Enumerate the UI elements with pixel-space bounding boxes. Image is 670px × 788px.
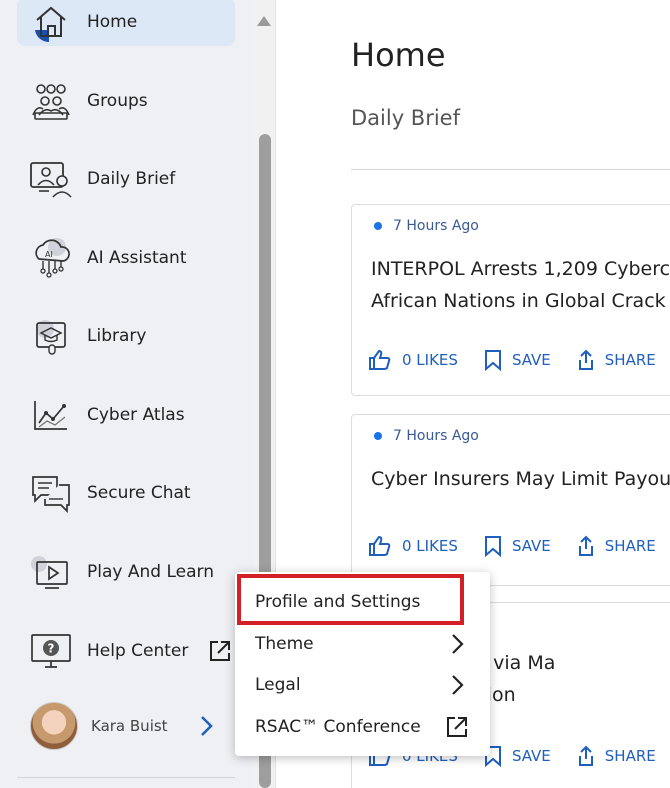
card-timestamp: 7 Hours Ago	[374, 218, 479, 234]
menu-item-legal[interactable]: Legal	[235, 665, 490, 705]
cyber-atlas-icon	[29, 393, 73, 437]
sidebar-item-ai-assistant[interactable]: AI AI Assistant	[17, 234, 235, 282]
sidebar-item-home[interactable]: Home	[17, 0, 235, 46]
new-dot-icon	[374, 222, 382, 230]
profile-name: Kara Buist	[91, 717, 168, 735]
sidebar-item-play-and-learn[interactable]: Play And Learn	[17, 548, 235, 596]
external-link-icon	[209, 640, 231, 662]
sidebar-item-label: Secure Chat	[87, 483, 191, 503]
news-card[interactable]: 7 Hours Ago INTERPOL Arrests 1,209 Cyber…	[351, 204, 670, 396]
sidebar-item-label: Cyber Atlas	[87, 405, 185, 425]
library-icon	[29, 314, 73, 358]
share-icon	[578, 745, 593, 766]
save-button[interactable]: SAVE	[484, 535, 551, 557]
new-dot-icon	[374, 432, 382, 440]
menu-item-theme[interactable]: Theme	[235, 624, 490, 664]
sidebar: Home Groups Daily Brief AI AI Assistant …	[0, 0, 254, 788]
card-actions: 0 LIKES SAVE SHARE	[368, 535, 670, 557]
like-button[interactable]: 0 LIKES	[368, 535, 458, 557]
bookmark-icon	[484, 350, 501, 371]
sidebar-item-label: Play And Learn	[87, 562, 214, 582]
sidebar-item-groups[interactable]: Groups	[17, 77, 235, 125]
sidebar-item-secure-chat[interactable]: Secure Chat	[17, 469, 235, 517]
section-subtitle: Daily Brief	[351, 106, 460, 130]
sidebar-item-help-center[interactable]: ? Help Center	[17, 627, 235, 675]
share-button[interactable]: SHARE	[577, 535, 656, 557]
highlight-box	[237, 574, 464, 625]
chevron-right-icon	[446, 674, 468, 696]
play-learn-icon	[29, 550, 73, 594]
share-button[interactable]: SHARE	[577, 745, 656, 767]
chevron-right-icon	[196, 714, 216, 738]
profile-menu-trigger[interactable]: Kara Buist	[30, 702, 230, 750]
like-button[interactable]: 0 LIKES	[368, 349, 458, 371]
scroll-up-arrow-icon[interactable]	[257, 16, 271, 26]
news-card[interactable]: 7 Hours Ago Cyber Insurers May Limit Pay…	[351, 414, 670, 586]
sidebar-item-label: Help Center	[87, 641, 189, 661]
section-divider	[351, 169, 670, 170]
sidebar-item-label: Home	[87, 12, 138, 32]
sidebar-item-label: Daily Brief	[87, 169, 176, 189]
avatar	[30, 702, 78, 750]
home-icon	[29, 0, 73, 44]
sidebar-item-label: Groups	[87, 91, 148, 111]
external-link-icon	[446, 716, 468, 738]
svg-text:AI: AI	[45, 250, 53, 259]
save-button[interactable]: SAVE	[484, 745, 551, 767]
svg-text:?: ?	[48, 642, 55, 656]
sidebar-item-daily-brief[interactable]: Daily Brief	[17, 155, 235, 203]
card-headline[interactable]: INTERPOL Arrests 1,209 Cybercr African N…	[371, 253, 670, 317]
groups-icon	[29, 79, 73, 123]
thumbs-up-icon	[369, 349, 391, 370]
sidebar-divider	[17, 777, 235, 778]
save-button[interactable]: SAVE	[484, 349, 551, 371]
daily-brief-icon	[29, 157, 73, 201]
chevron-right-icon	[446, 633, 468, 655]
sidebar-item-cyber-atlas[interactable]: Cyber Atlas	[17, 391, 235, 439]
share-icon	[578, 535, 593, 556]
card-timestamp: 7 Hours Ago	[374, 428, 479, 444]
page-title: Home	[351, 36, 446, 74]
sidebar-item-label: Library	[87, 326, 147, 346]
card-headline[interactable]: Cyber Insurers May Limit Payou	[371, 463, 670, 495]
sidebar-item-library[interactable]: Library	[17, 312, 235, 360]
bookmark-icon	[484, 536, 501, 557]
thumbs-up-icon	[369, 535, 391, 556]
share-button[interactable]: SHARE	[577, 349, 656, 371]
help-center-icon: ?	[29, 629, 73, 673]
secure-chat-icon	[29, 471, 73, 515]
ai-assistant-icon: AI	[29, 236, 73, 280]
card-actions: 0 LIKES SAVE SHARE	[368, 349, 670, 371]
sidebar-item-label: AI Assistant	[87, 248, 187, 268]
share-icon	[578, 349, 593, 370]
menu-item-rsac-conference[interactable]: RSAC™ Conference	[235, 707, 490, 747]
